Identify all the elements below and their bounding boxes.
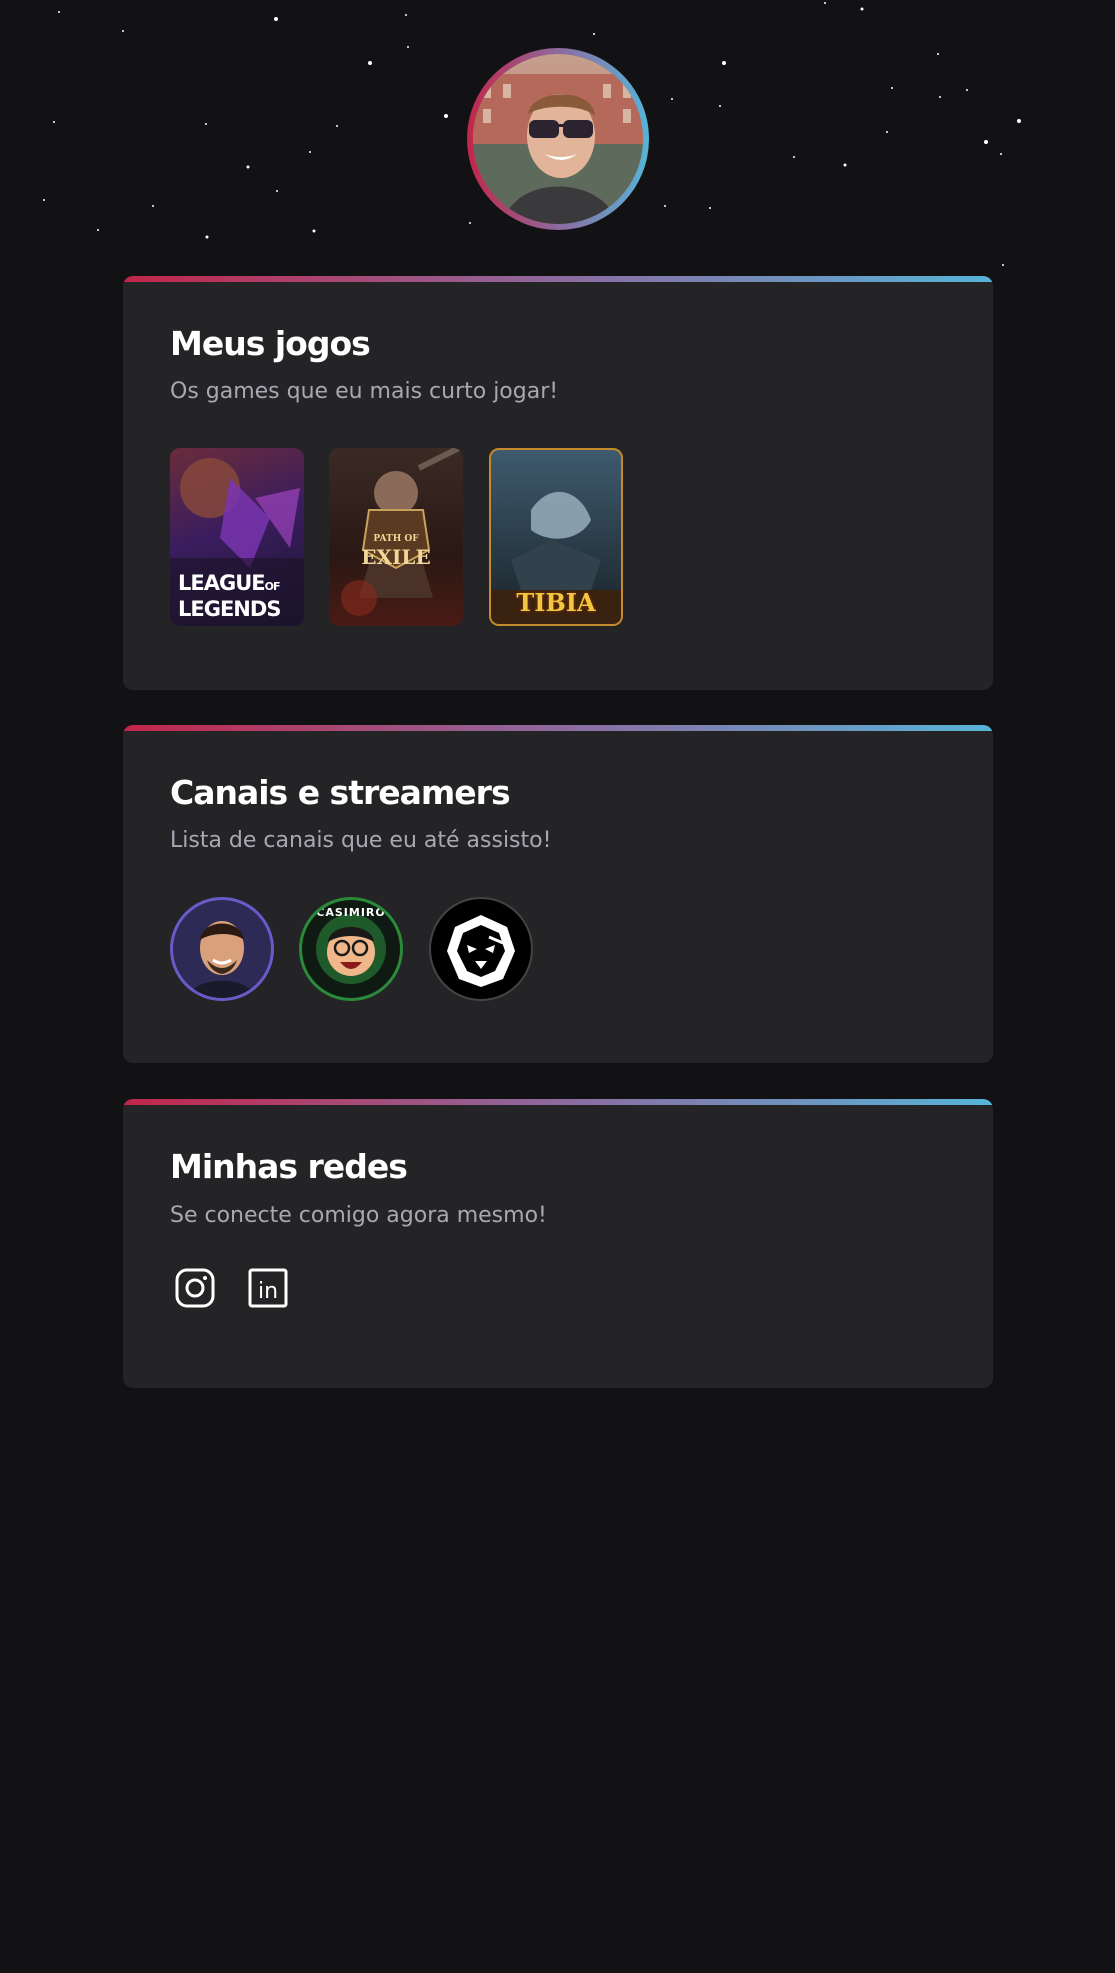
casimiro-badge-text: CASIMIRO xyxy=(316,906,386,919)
channels-subtitle: Lista de canais que eu até assisto! xyxy=(170,828,552,853)
channels-card: Canais e streamers Lista de canais que e… xyxy=(123,725,993,1063)
tibia-logo: TIBIA xyxy=(516,588,596,617)
games-subtitle: Os games que eu mais curto jogar! xyxy=(170,379,559,404)
profile-avatar-ring xyxy=(467,48,649,230)
games-title: Meus jogos xyxy=(170,324,371,363)
game-logo-of: OF xyxy=(264,580,281,593)
channel-avatar-lion[interactable] xyxy=(429,897,533,1001)
channels-title: Canais e streamers xyxy=(170,773,511,812)
poe-logo-of: OF xyxy=(404,534,419,544)
game-card-tibia[interactable]: TIBIA xyxy=(489,448,623,626)
channel-avatar-1[interactable] xyxy=(170,897,274,1001)
instagram-icon xyxy=(175,1268,215,1308)
poe-logo-path: PATH xyxy=(373,534,402,544)
game-card-path-of-exile[interactable]: PATH OF EXILE xyxy=(329,448,463,626)
game-logo-line2: LEGENDS xyxy=(178,597,281,621)
linkedin-link[interactable]: in xyxy=(246,1266,290,1310)
instagram-link[interactable] xyxy=(173,1266,217,1310)
game-card-league-of-legends[interactable]: LEAGUEOF LEGENDS xyxy=(170,448,304,626)
channel-avatar-casimiro[interactable]: CASIMIRO xyxy=(299,897,403,1001)
games-card: Meus jogos Os games que eu mais curto jo… xyxy=(123,276,993,690)
game-logo-line1: LEAGUE xyxy=(178,571,266,595)
profile-avatar xyxy=(473,54,643,224)
socials-title: Minhas redes xyxy=(170,1147,408,1186)
linkedin-glyph: in xyxy=(258,1279,278,1304)
linkedin-icon: in xyxy=(248,1268,288,1308)
poe-logo-exile: EXILE xyxy=(361,545,431,569)
socials-subtitle: Se conecte comigo agora mesmo! xyxy=(170,1203,547,1228)
socials-card: Minhas redes Se conecte comigo agora mes… xyxy=(123,1099,993,1388)
